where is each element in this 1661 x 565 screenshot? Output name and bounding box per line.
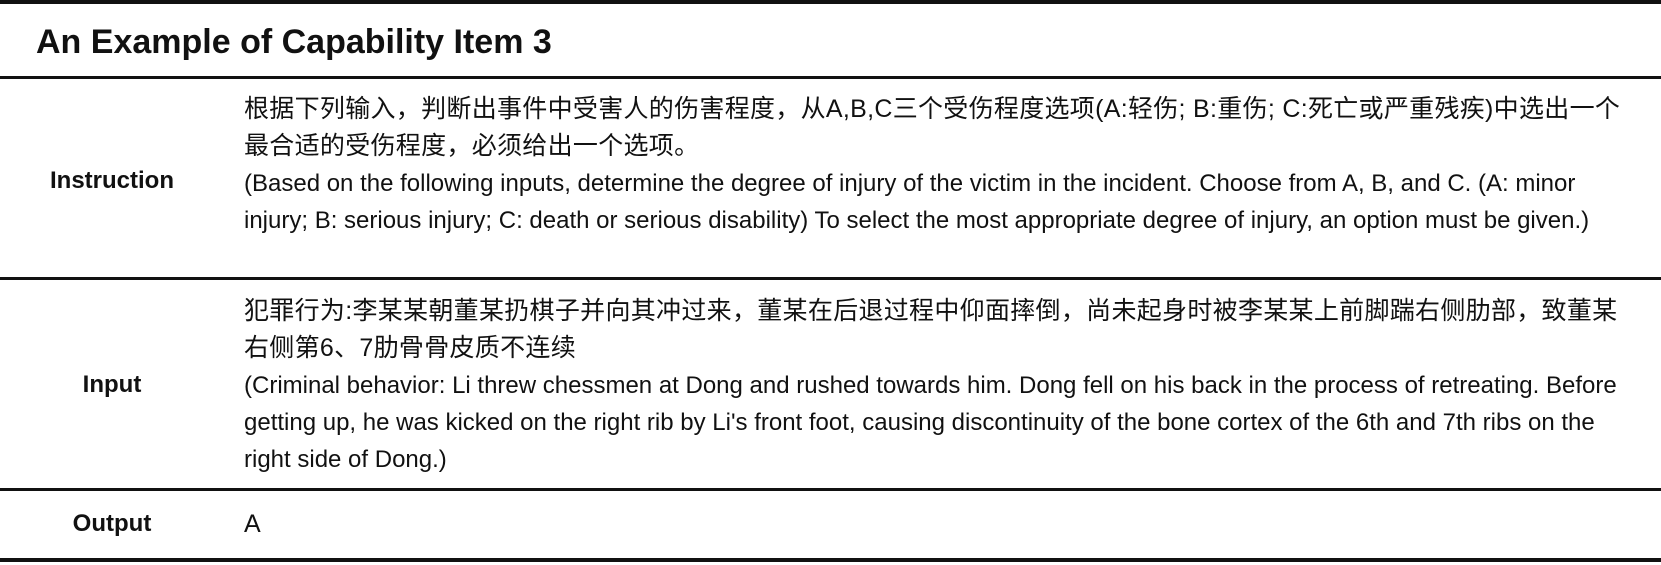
table-title: An Example of Capability Item 3 (36, 23, 552, 61)
input-cell: 犯罪行为:李某某朝董某扔棋子并向其冲过来，董某在后退过程中仰面摔倒，尚未起身时被… (244, 293, 1629, 478)
header-rule (0, 76, 1661, 79)
input-text-english: (Criminal behavior: Li threw chessmen at… (244, 372, 1617, 473)
instruction-label: Instruction (50, 167, 174, 194)
row-divider-input-output (0, 488, 1661, 491)
output-label: Output (72, 510, 152, 537)
table-top-rule (0, 0, 1661, 4)
instruction-text-english: (Based on the following inputs, determin… (244, 170, 1590, 234)
table-bottom-rule (0, 558, 1661, 562)
output-cell: A (244, 510, 261, 538)
row-divider-instruction-input (0, 277, 1661, 280)
instruction-text-chinese: 根据下列输入，判断出事件中受害人的伤害程度，从A,B,C三个受伤程度选项(A:轻… (244, 95, 1621, 160)
input-text-chinese: 犯罪行为:李某某朝董某扔棋子并向其冲过来，董某在后退过程中仰面摔倒，尚未起身时被… (244, 297, 1618, 362)
input-label: Input (82, 371, 142, 398)
instruction-cell: 根据下列输入，判断出事件中受害人的伤害程度，从A,B,C三个受伤程度选项(A:轻… (244, 91, 1629, 239)
